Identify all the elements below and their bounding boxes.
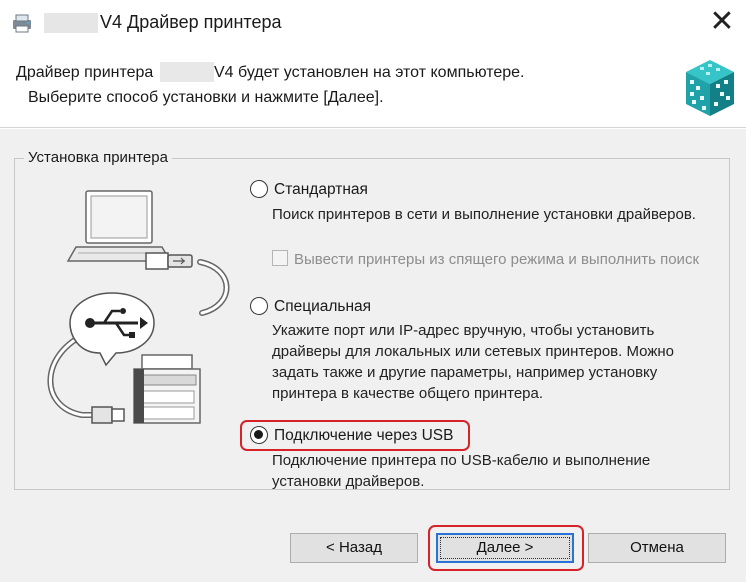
wake-printers-checkbox[interactable] bbox=[272, 250, 288, 266]
group-label: Установка принтера bbox=[24, 149, 172, 166]
standard-radio[interactable] bbox=[250, 180, 268, 198]
wake-printers-label: Вывести принтеры из спящего режима и вып… bbox=[294, 251, 699, 268]
header-instruction: Выберите способ установки и нажмите [Дал… bbox=[28, 89, 384, 106]
redacted-model-name bbox=[44, 13, 98, 33]
wizard-header: Драйвер принтера V4 будет установлен на … bbox=[0, 46, 746, 128]
printer-driver-icon bbox=[13, 14, 31, 33]
back-button[interactable]: < Назад bbox=[290, 533, 418, 563]
usb-symbol-icon bbox=[69, 292, 155, 367]
install-package-icon bbox=[686, 60, 734, 116]
standard-option-label[interactable]: Стандартная bbox=[274, 181, 368, 199]
cancel-button[interactable]: Отмена bbox=[588, 533, 726, 563]
title-bar: V4 Драйвер принтера ✕ bbox=[0, 0, 746, 46]
custom-option-description: Укажите порт или IP-адрес вручную, чтобы… bbox=[272, 322, 674, 402]
custom-option-label[interactable]: Специальная bbox=[274, 298, 371, 316]
wizard-body: Установка принтера Стандартная Поиск при… bbox=[0, 129, 746, 582]
custom-radio[interactable] bbox=[250, 297, 268, 315]
laptop-icon bbox=[66, 190, 172, 262]
usb-plug-icon bbox=[145, 252, 193, 270]
header-text-start: Драйвер принтера bbox=[16, 64, 154, 81]
close-button[interactable]: ✕ bbox=[704, 5, 740, 41]
usb-connection-illustration bbox=[47, 190, 230, 424]
window-title: V4 Драйвер принтера bbox=[100, 12, 282, 32]
next-button-highlight bbox=[428, 525, 584, 571]
printer-icon bbox=[133, 354, 201, 424]
usb-option-description: Подключение принтера по USB-кабелю и вып… bbox=[272, 452, 651, 490]
redacted-model-name-header bbox=[160, 62, 214, 82]
usb-option-highlight bbox=[240, 420, 470, 451]
standard-option-description: Поиск принтеров в сети и выполнение уста… bbox=[272, 206, 696, 223]
header-text-end: V4 будет установлен на этот компьютере. bbox=[214, 64, 525, 81]
